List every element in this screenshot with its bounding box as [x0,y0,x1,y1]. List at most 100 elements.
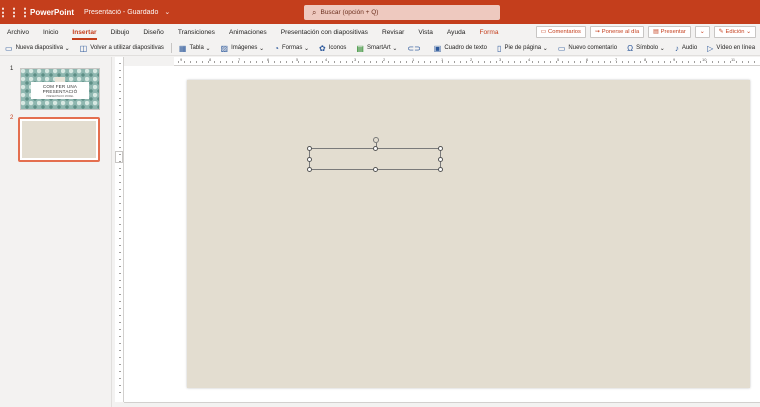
search-input[interactable]: ⌕ Buscar (opción + Q) [304,5,500,20]
selected-textbox[interactable] [307,137,443,172]
tab-archivo[interactable]: Archivo [0,24,36,41]
ruler-tick [119,126,121,127]
slide-canvas[interactable] [187,80,750,388]
tab-vista[interactable]: Vista [411,24,440,41]
document-name[interactable]: Presentació - Guardado [84,9,158,16]
ruler-tick [718,61,719,63]
slide-thumbnail-2[interactable] [18,117,100,162]
tab-presentacion[interactable]: Presentación con diapositivas [274,24,375,41]
ruler-tick [610,61,611,63]
tab-dibujo[interactable]: Dibujo [104,24,137,41]
ruler-tick [466,61,467,63]
images-button[interactable]: ▨ Imágenes ⌄ [216,44,270,53]
ruler-number: 9 [180,57,183,62]
resize-handle-tl[interactable] [307,146,312,151]
audio-button[interactable]: ♪ Audio [670,44,702,53]
table-button[interactable]: ▦ Tabla ⌄ [174,44,216,53]
ruler-tick [119,175,121,176]
new-slide-button[interactable]: ▭ Nueva diapositiva ⌄ [0,44,75,53]
comments-label: Comentarios [548,29,581,35]
tab-revisar[interactable]: Revisar [375,24,411,41]
ruler-tick [292,61,293,63]
video-button[interactable]: ▷ Vídeo en línea [702,44,760,53]
app-launcher-icon[interactable]: ⋮⋮⋮ [0,0,31,24]
comment-icon: ▭ [557,43,566,53]
ruler-tick [376,61,377,63]
audio-icon: ♪ [674,43,679,53]
resize-handle-r[interactable] [438,157,443,162]
symbol-button[interactable]: Ω Símbolo ⌄ [622,44,670,53]
present-dropdown-button[interactable]: ⌄ [694,26,710,38]
ruler-tick [119,140,121,141]
icons-button[interactable]: ✿ Iconos [314,44,351,53]
smartart-button[interactable]: ▤ SmartArt ⌄ [351,44,402,53]
ruler-tick [119,105,121,106]
ruler-tick [316,61,317,63]
ruler-tick [119,119,121,120]
ruler-tick [119,357,121,358]
ruler-tick [250,61,251,63]
ruler-tick [119,133,121,134]
ruler-tick [232,61,233,63]
tab-inicio[interactable]: Inicio [36,24,65,41]
rotate-handle[interactable] [373,137,379,148]
image-icon: ▨ [220,43,229,53]
ruler-number: 5 [557,57,560,62]
link-button[interactable]: ⊂⊃ [402,44,428,53]
tab-transiciones[interactable]: Transiciones [171,24,222,41]
ruler-tick [628,61,629,63]
horizontal-ruler: 9 8 7 6 5 4 3 2 1 1 2 3 4 5 6 7 8 9 10 11 [174,57,760,66]
ruler-number: 10 [702,57,707,62]
shapes-button[interactable]: ◔ Formas ⌄ [269,44,314,53]
ruler-tick [214,61,215,63]
ruler-tick [119,98,121,99]
reuse-slides-button[interactable]: ◫ Volver a utilizar diapositivas [75,44,169,53]
shapes-icon: ◔ [274,43,279,53]
shapes-label: Formas [281,45,303,51]
chevron-down-icon[interactable]: ⌄ [164,8,170,16]
resize-handle-bl[interactable] [307,167,312,172]
ruler-tick [550,61,551,63]
ruler-tick [190,61,191,63]
search-placeholder: Buscar (opción + Q) [320,9,379,16]
ruler-tick [119,364,121,365]
tab-animaciones[interactable]: Animaciones [222,24,274,41]
editing-canvas [124,66,760,402]
horizontal-scrollbar[interactable] [124,402,760,407]
tab-forma[interactable]: Forma [472,24,505,41]
tab-ayuda[interactable]: Ayuda [440,24,473,41]
slide-thumbnail-1[interactable]: COM FER UNA PRESENTACIÓ PRESENTACIO MODE… [20,68,100,110]
resize-handle-b[interactable] [373,167,378,172]
catch-up-button[interactable]: ⇝ Ponerse al día [589,26,645,38]
ruler-number: 1 [412,57,415,62]
tab-insertar[interactable]: Insertar [65,24,103,41]
resize-handle-br[interactable] [438,167,443,172]
resize-handle-l[interactable] [307,157,312,162]
present-button[interactable]: ▤ Presentar [648,26,691,38]
ruler-tick [119,252,121,253]
editing-mode-button[interactable]: ✎ Edición ⌄ [713,26,756,38]
textbox-label: Cuadro de texto [444,45,488,51]
resize-handle-t[interactable] [373,146,378,151]
comments-button[interactable]: ▭ Comentarios [535,26,586,38]
ruler-number: 6 [586,57,589,62]
icons-label: Iconos [328,45,347,51]
textbox-button[interactable]: ▣ Cuadro de texto [429,44,492,53]
tab-diseno[interactable]: Diseño [136,24,171,41]
ruler-tick [604,61,605,63]
title-bar: ⋮⋮⋮ PowerPoint Presentació - Guardado ⌄ … [0,0,760,24]
app-name[interactable]: PowerPoint [30,8,74,17]
reuse-slides-icon: ◫ [79,43,88,53]
new-comment-button[interactable]: ▭ Nuevo comentario [553,44,622,53]
footer-button[interactable]: ▯ Pie de página ⌄ [492,44,553,53]
ruler-number: 8 [209,57,212,62]
video-label: Vídeo en línea [716,45,756,51]
resize-handle-tr[interactable] [438,146,443,151]
ruler-tick [119,315,121,316]
ruler-number: 1 [441,57,444,62]
ruler-tick [119,259,121,260]
ruler-tick [712,61,713,63]
new-slide-label: Nueva diapositiva [15,45,63,51]
ruler-tick [196,61,197,63]
slide-title-line-2: PRESENTACIÓ [42,88,78,94]
